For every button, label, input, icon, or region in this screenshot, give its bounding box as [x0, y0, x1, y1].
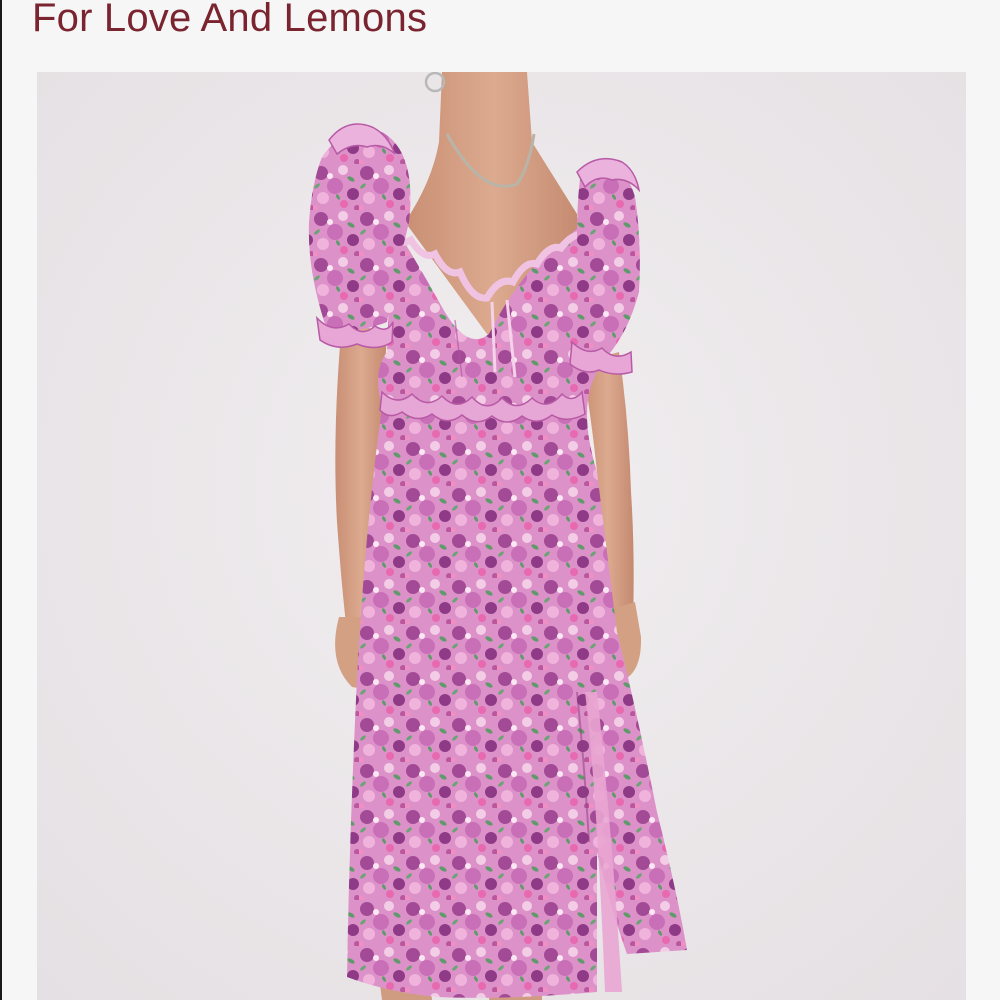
- product-image: [37, 72, 966, 1000]
- product-photo[interactable]: [37, 72, 966, 1000]
- window-edge: [0, 0, 2, 1000]
- brand-title[interactable]: For Love And Lemons: [32, 0, 427, 44]
- listing-page: For Love And Lemons: [0, 0, 1000, 1000]
